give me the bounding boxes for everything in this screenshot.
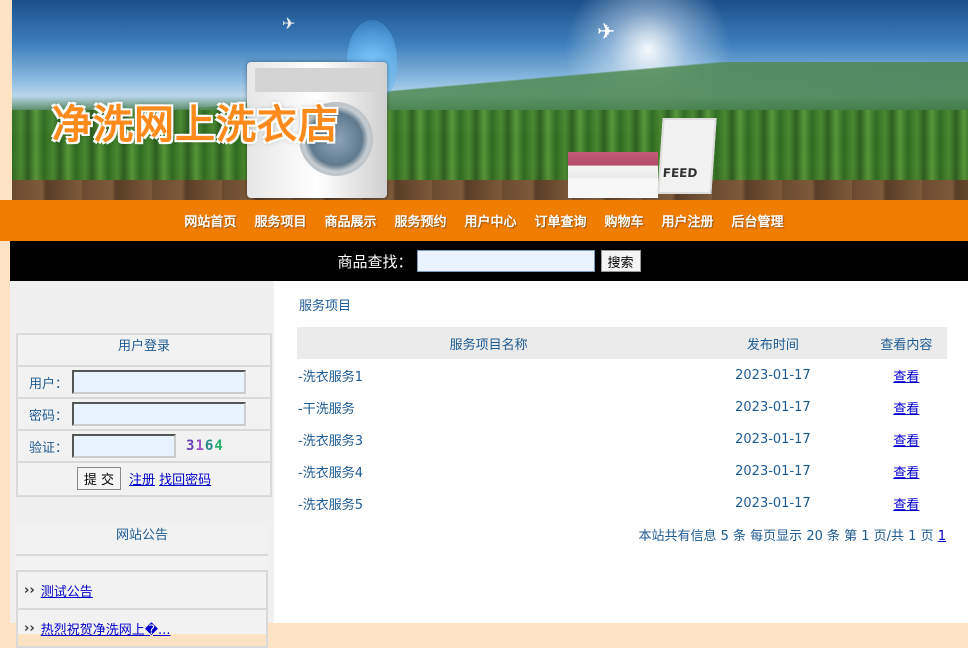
service-table: 服务项目名称 发布时间 查看内容 -洗衣服务1 2023-01-17 查看 -干… — [297, 327, 947, 519]
nav-order-query[interactable]: 订单查询 — [526, 211, 596, 230]
table-row: -洗衣服务4 2023-01-17 查看 — [297, 455, 947, 487]
service-name: -洗衣服务1 — [298, 369, 363, 385]
bullet-icon: ›› — [24, 582, 35, 598]
service-name: -洗衣服务5 — [298, 497, 363, 513]
wood-deck — [12, 180, 968, 200]
register-link[interactable]: 注册 — [129, 469, 155, 488]
view-link[interactable]: 查看 — [893, 466, 919, 481]
col-header-view: 查看内容 — [865, 327, 947, 359]
login-title: 用户登录 — [18, 335, 270, 367]
washer-panel — [255, 68, 379, 92]
notice-item: ›› 热烈祝贺净洗网上�... — [16, 610, 268, 648]
username-row: 用户： — [18, 367, 270, 399]
captcha-input[interactable] — [72, 434, 176, 458]
basket-text: FEED — [662, 166, 698, 180]
login-actions: 提 交 注册 找回密码 — [18, 463, 270, 493]
notice-spacer — [16, 556, 268, 570]
col-header-name: 服务项目名称 — [297, 327, 681, 359]
notice-link-2[interactable]: 热烈祝贺净洗网上�... — [41, 619, 171, 638]
nav-cart[interactable]: 购物车 — [596, 211, 653, 230]
service-name: -洗衣服务3 — [298, 433, 363, 449]
laundry-basket: FEED — [657, 118, 717, 194]
password-row: 密码： — [18, 399, 270, 431]
main-nav: 网站首页 服务项目 商品展示 服务预约 用户中心 订单查询 购物车 用户注册 后… — [0, 200, 968, 241]
nav-services[interactable]: 服务项目 — [245, 211, 315, 230]
password-input[interactable] — [72, 402, 246, 426]
white-box — [568, 178, 658, 198]
view-link[interactable]: 查看 — [893, 402, 919, 417]
page: ✈ ✈ FEED 净洗网上洗衣店 网站首页 服务项目 商品展示 服务预约 用户中… — [0, 0, 968, 648]
captcha-image[interactable]: 3164 — [186, 438, 224, 454]
view-link[interactable]: 查看 — [893, 434, 919, 449]
login-box: 用户登录 用户： 密码： 验证： 3164 提 交 注册 找回密码 — [16, 333, 272, 497]
service-name: -洗衣服务4 — [298, 465, 363, 481]
search-label: 商品查找： — [337, 252, 413, 271]
notice-box: 网站公告 ›› 测试公告 ›› 热烈祝贺净洗网上�... — [16, 524, 268, 648]
bird-icon: ✈ — [597, 20, 616, 45]
nav-home[interactable]: 网站首页 — [175, 211, 245, 230]
notice-item: ›› 测试公告 — [16, 570, 268, 610]
captcha-char: 4 — [214, 438, 224, 454]
table-row: -干洗服务 2023-01-17 查看 — [297, 391, 947, 423]
captcha-char: 1 — [195, 438, 205, 454]
breadcrumb: 服务项目 — [299, 299, 352, 314]
username-label: 用户： — [28, 376, 68, 392]
nav-register[interactable]: 用户注册 — [653, 211, 723, 230]
nav-booking[interactable]: 服务预约 — [385, 211, 455, 230]
service-date: 2023-01-17 — [735, 463, 811, 479]
captcha-char: 6 — [204, 438, 215, 454]
table-header-row: 服务项目名称 发布时间 查看内容 — [297, 327, 947, 359]
sidebar: 用户登录 用户： 密码： 验证： 3164 提 交 注册 找回密码 网站公告 ›… — [10, 281, 274, 648]
captcha-label: 验证： — [28, 440, 68, 456]
header-banner: ✈ ✈ FEED 净洗网上洗衣店 — [12, 0, 968, 200]
main-content: 服务项目 服务项目名称 发布时间 查看内容 -洗衣服务1 2023-01-17 … — [274, 281, 968, 623]
table-row: -洗衣服务5 2023-01-17 查看 — [297, 487, 947, 519]
bird-icon: ✈ — [282, 14, 296, 33]
service-date: 2023-01-17 — [735, 495, 811, 511]
notice-title: 网站公告 — [16, 524, 268, 556]
site-title: 净洗网上洗衣店 — [52, 102, 339, 148]
service-date: 2023-01-17 — [735, 399, 811, 415]
table-row: -洗衣服务3 2023-01-17 查看 — [297, 423, 947, 455]
page-link-1[interactable]: 1 — [938, 529, 946, 544]
service-date: 2023-01-17 — [735, 431, 811, 447]
nav-user-center[interactable]: 用户中心 — [455, 211, 525, 230]
search-button[interactable]: 搜索 — [600, 250, 641, 272]
table-row: -洗衣服务1 2023-01-17 查看 — [297, 359, 947, 391]
view-link[interactable]: 查看 — [893, 498, 919, 513]
search-input[interactable] — [416, 250, 595, 272]
captcha-row: 验证： 3164 — [18, 431, 270, 463]
col-header-date: 发布时间 — [680, 327, 866, 359]
notice-link-1[interactable]: 测试公告 — [41, 581, 93, 600]
login-submit-button[interactable]: 提 交 — [76, 466, 122, 490]
nav-products[interactable]: 商品展示 — [315, 211, 385, 230]
left-strip — [0, 0, 10, 623]
service-date: 2023-01-17 — [735, 367, 811, 383]
search-bar: 商品查找： 搜索 — [10, 241, 968, 281]
forgot-password-link[interactable]: 找回密码 — [159, 469, 211, 488]
pagination-text: 本站共有信息 5 条 每页显示 20 条 第 1 页/共 1 页 — [638, 529, 934, 544]
pagination: 本站共有信息 5 条 每页显示 20 条 第 1 页/共 1 页 1 — [639, 525, 946, 544]
username-input[interactable] — [72, 370, 246, 394]
service-name: -干洗服务 — [298, 401, 355, 417]
nav-admin[interactable]: 后台管理 — [723, 211, 793, 230]
view-link[interactable]: 查看 — [893, 370, 919, 385]
password-label: 密码： — [28, 408, 68, 424]
